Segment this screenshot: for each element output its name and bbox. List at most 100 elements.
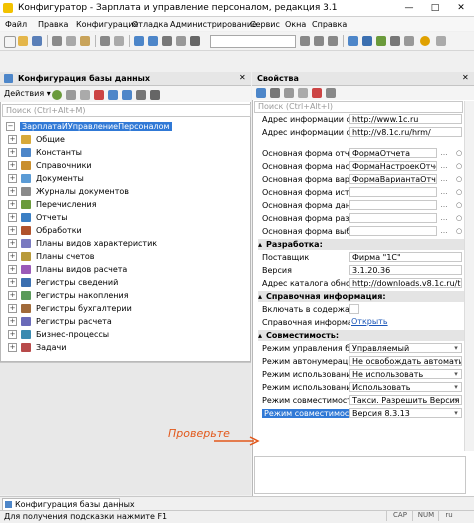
properties-scrollbar[interactable] <box>464 101 474 451</box>
property-row[interactable]: Режим автонумерации объектовНе освобожда… <box>258 355 464 368</box>
property-row[interactable]: Поставщик Фирма "1С" <box>258 251 464 264</box>
property-value[interactable]: ФормаОтчета <box>349 148 437 158</box>
property-value[interactable]: Открыть <box>349 317 437 327</box>
tree-item[interactable]: + Регистры расчета <box>8 315 248 328</box>
property-value[interactable]: Управляемый <box>349 343 462 353</box>
expand-icon[interactable]: + <box>8 304 17 313</box>
select-icon[interactable]: … <box>439 187 449 197</box>
property-row[interactable]: Основная форма отчетаФормаОтчета… ○ <box>258 147 464 160</box>
property-row[interactable]: Режим совместимости интерфейсаТакси. Раз… <box>258 394 464 407</box>
property-row[interactable]: Адрес каталога обновленийhttp://download… <box>258 277 464 290</box>
menu-help[interactable]: Справка <box>312 20 347 29</box>
property-checkbox[interactable] <box>349 304 359 314</box>
property-row[interactable]: Основная форма настроекФормаНастроекОтче… <box>258 160 464 173</box>
expand-icon[interactable]: + <box>8 187 17 196</box>
property-value[interactable] <box>349 187 437 197</box>
new-icon[interactable] <box>4 36 16 48</box>
tree-item[interactable]: + Регистры бухгалтерии <box>8 302 248 315</box>
tree-item[interactable]: + Планы видов расчета <box>8 263 248 276</box>
property-row[interactable]: Основная форма истории … ○ <box>258 186 464 199</box>
search-prev-icon[interactable] <box>328 36 338 46</box>
open-form-icon[interactable]: ○ <box>454 200 464 210</box>
copy-icon[interactable] <box>66 36 76 46</box>
menu-edit[interactable]: Правка <box>38 20 68 29</box>
open-form-icon[interactable]: ○ <box>454 148 464 158</box>
expand-icon[interactable]: + <box>8 174 17 183</box>
dropdown-icon[interactable]: ▾ <box>451 356 461 366</box>
menu-debug[interactable]: Отладка <box>132 20 168 29</box>
undo-icon[interactable] <box>134 36 144 46</box>
tree-item[interactable]: + Регистры накопления <box>8 289 248 302</box>
expand-icon[interactable]: + <box>8 148 17 157</box>
property-value[interactable]: Не использовать <box>349 369 462 379</box>
tree-item[interactable]: + Планы счетов <box>8 250 248 263</box>
add-icon[interactable] <box>52 90 62 100</box>
tree-item[interactable]: + Справочники <box>8 159 248 172</box>
property-value[interactable] <box>349 213 437 223</box>
dropdown-icon[interactable]: ▾ <box>451 343 461 353</box>
property-value[interactable]: Версия 8.3.13 <box>349 408 462 418</box>
property-row[interactable]: Основная форма вариантаФормаВариантаОтче… <box>258 173 464 186</box>
property-value[interactable]: ФормаВариантаОтчет <box>349 174 437 184</box>
close-icon[interactable]: ✕ <box>462 73 469 82</box>
db-icon[interactable] <box>362 36 372 46</box>
open-form-icon[interactable]: ○ <box>454 213 464 223</box>
actions-menu[interactable]: Действия ▾ <box>4 89 51 98</box>
tree-item[interactable]: + Общие <box>8 133 248 146</box>
tree-item[interactable]: + Обработки <box>8 224 248 237</box>
property-value[interactable] <box>349 226 437 236</box>
property-value[interactable]: Не освобождать автоматически <box>349 356 462 366</box>
categories-icon[interactable] <box>256 88 266 98</box>
property-row[interactable]: Основная форма выбора … ○ <box>258 225 464 238</box>
dropdown-icon[interactable]: ▾ <box>451 408 461 418</box>
sort-alpha-icon[interactable] <box>270 88 280 98</box>
tree-item[interactable]: + Планы видов характеристик <box>8 237 248 250</box>
property-row[interactable]: Режим совместимости Версия 8.3.13 ▾ <box>258 407 464 420</box>
print-icon[interactable] <box>100 36 110 46</box>
goto-icon[interactable] <box>190 36 200 46</box>
expand-icon[interactable]: + <box>8 252 17 261</box>
property-row[interactable]: Основная форма данных … ○ <box>258 199 464 212</box>
move-down-icon[interactable] <box>122 90 132 100</box>
close-icon[interactable]: ✕ <box>448 2 474 14</box>
filter-icon[interactable] <box>284 88 294 98</box>
cut-icon[interactable] <box>52 36 62 46</box>
move-up-icon[interactable] <box>108 90 118 100</box>
config-icon[interactable] <box>348 36 358 46</box>
select-icon[interactable]: … <box>439 174 449 184</box>
copy-icon[interactable] <box>80 90 90 100</box>
open-form-icon[interactable]: ○ <box>454 174 464 184</box>
expand-icon[interactable]: + <box>8 343 17 352</box>
expand-icon[interactable]: + <box>8 200 17 209</box>
menu-service[interactable]: Сервис <box>250 20 280 29</box>
property-value[interactable]: 3.1.20.36 <box>349 265 462 275</box>
maximize-icon[interactable]: □ <box>422 2 448 14</box>
property-row[interactable]: Включать в содержание <box>258 303 464 316</box>
dropdown-icon[interactable]: ▾ <box>451 369 461 379</box>
expand-icon[interactable]: + <box>8 135 17 144</box>
expand-icon[interactable]: + <box>8 226 17 235</box>
copy-icon[interactable] <box>298 88 308 98</box>
tree-item[interactable]: + Регистры сведений <box>8 276 248 289</box>
select-icon[interactable]: … <box>439 148 449 158</box>
property-row[interactable]: Режим управления блокировкойУправляемый▾ <box>258 342 464 355</box>
expand-icon[interactable]: + <box>8 239 17 248</box>
dropdown-icon[interactable]: ▾ <box>451 382 461 392</box>
collapse-icon[interactable]: ▴ <box>258 240 262 249</box>
run-debug-icon[interactable] <box>420 36 430 46</box>
minimize-icon[interactable]: — <box>396 2 422 14</box>
property-row[interactable]: Версия 3.1.20.36 <box>258 264 464 277</box>
open-form-icon[interactable]: ○ <box>454 226 464 236</box>
tree-item[interactable]: + Константы <box>8 146 248 159</box>
property-value[interactable]: http://downloads.v8.1c.ru/tmplts/ <box>349 278 462 288</box>
collapse-icon[interactable]: − <box>6 122 15 131</box>
find-next-icon[interactable] <box>176 36 186 46</box>
close-icon[interactable]: ✕ <box>239 73 246 82</box>
expand-icon[interactable]: + <box>8 317 17 326</box>
expand-icon[interactable]: + <box>8 330 17 339</box>
select-icon[interactable]: … <box>439 226 449 236</box>
select-icon[interactable]: … <box>439 213 449 223</box>
property-row[interactable]: Режим использования синхронных вызововИс… <box>258 381 464 394</box>
find-icon[interactable] <box>162 36 172 46</box>
expand-icon[interactable]: + <box>8 278 17 287</box>
